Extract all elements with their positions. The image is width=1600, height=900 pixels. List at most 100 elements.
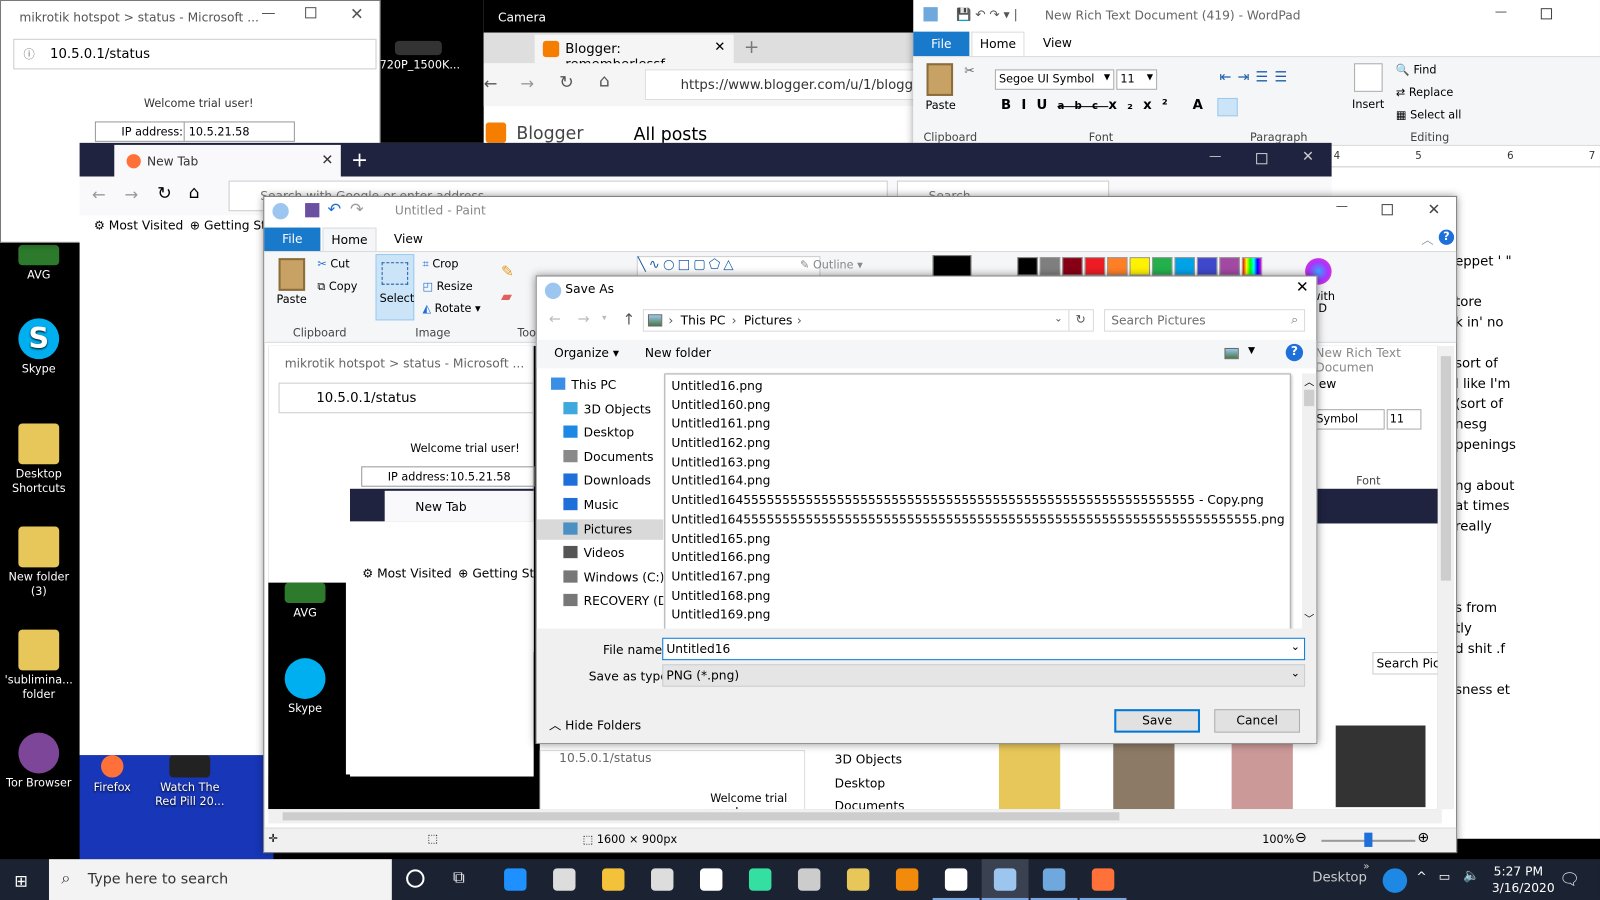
tab-file[interactable]: File: [913, 31, 970, 57]
font-size-select[interactable]: 11 ▼: [1116, 69, 1158, 90]
volume-icon[interactable]: 🔈: [1463, 868, 1480, 883]
forward-icon[interactable]: →: [520, 73, 534, 92]
nav-item[interactable]: Pictures: [536, 518, 664, 540]
file-item[interactable]: Untitled16455555555555555555555555555555…: [667, 491, 1279, 510]
desktop-icon-tor-browser[interactable]: Tor Browser: [0, 732, 78, 791]
font-name-select[interactable]: Segoe UI Symbol ▼: [994, 69, 1115, 90]
desktop-icon-new-folder[interactable]: New folder (3): [0, 526, 78, 599]
file-item[interactable]: Untitled166.png: [667, 548, 1279, 567]
save-type-select[interactable]: PNG (*.png) ⌄: [662, 664, 1306, 687]
tab-home[interactable]: Home: [322, 227, 377, 253]
chevron-down-icon[interactable]: ⌄: [1054, 313, 1063, 324]
file-list-scrollbar[interactable]: ︿ ﹀: [1302, 373, 1317, 629]
file-item[interactable]: Untitled160.png: [667, 396, 1279, 415]
close-button[interactable]: ✕: [350, 4, 364, 23]
nav-item[interactable]: Videos: [563, 543, 663, 563]
nav-item[interactable]: Music: [563, 495, 663, 515]
align-left-button[interactable]: [1217, 97, 1238, 117]
address-breadcrumb[interactable]: › This PC › Pictures › ⌄ ↻: [642, 309, 1094, 332]
file-item[interactable]: Untitled162.png: [667, 434, 1279, 453]
nav-item[interactable]: RECOVERY (D:): [563, 591, 663, 611]
cortana-icon[interactable]: [406, 869, 425, 888]
hide-folders-button[interactable]: ︿ Hide Folders: [549, 716, 641, 733]
desktop-icon-video[interactable]: 720P_1500K...: [380, 40, 460, 73]
outline-button[interactable]: ✎ Outline ▾: [800, 258, 863, 271]
refresh-icon[interactable]: ↻: [1068, 310, 1092, 331]
camera-window[interactable]: Camera Blogger: rememberlessf ✕ + ← → ↻ …: [483, 0, 923, 148]
view-options-icon[interactable]: [1224, 347, 1239, 360]
close-tab-icon[interactable]: ✕: [714, 40, 725, 55]
scrollbar-thumb[interactable]: [282, 812, 1120, 821]
nav-item[interactable]: 3D Objects: [563, 399, 663, 419]
recent-dropdown-icon[interactable]: ▾: [602, 313, 607, 323]
breadcrumb-this-pc[interactable]: This PC: [681, 313, 726, 327]
forward-icon[interactable]: →: [124, 185, 138, 204]
taskbar-app-tripadvisor[interactable]: [737, 859, 784, 900]
back-icon[interactable]: ←: [549, 311, 561, 327]
taskbar-app-edge[interactable]: [492, 859, 539, 900]
back-icon[interactable]: ←: [484, 73, 498, 92]
nav-item[interactable]: This PC: [551, 374, 663, 394]
nav-item[interactable]: Desktop: [563, 423, 663, 443]
undo-icon[interactable]: ↶: [328, 199, 342, 218]
back-icon[interactable]: ←: [92, 185, 106, 204]
reload-icon[interactable]: ↻: [559, 72, 574, 92]
file-item[interactable]: Untitled161.png: [667, 415, 1279, 434]
minimize-button[interactable]: —: [261, 5, 275, 21]
desktop-icon-shortcuts[interactable]: Desktop Shortcuts: [0, 423, 78, 495]
palette-color[interactable]: [1084, 257, 1106, 276]
new-tab-button[interactable]: +: [351, 147, 368, 171]
search-pictures-input[interactable]: Search Pictures ⌕: [1104, 309, 1306, 332]
bookmark-most-visited[interactable]: ⚙ Most Visited: [94, 218, 183, 232]
zoom-slider-thumb[interactable]: [1364, 832, 1373, 847]
zoom-out-button[interactable]: ⊖: [1295, 830, 1307, 846]
maximize-button[interactable]: [1256, 153, 1268, 165]
dialog-close-button[interactable]: ✕: [1296, 278, 1309, 296]
start-button[interactable]: ⊞: [14, 871, 28, 890]
shapes-gallery[interactable]: ╲∿○□▢⬠△: [636, 256, 821, 277]
tab-file[interactable]: File: [264, 227, 321, 252]
replace-button[interactable]: ⇄ Replace: [1396, 86, 1453, 99]
show-hidden-icons[interactable]: ^: [1416, 869, 1426, 883]
scroll-down-icon[interactable]: ﹀: [1304, 610, 1314, 625]
minimize-button[interactable]: —: [1495, 4, 1507, 18]
bookmark-getting-started[interactable]: ⊕ Getting Started: [190, 218, 263, 232]
address-bar[interactable]: ⓘ 10.5.0.1/status: [13, 38, 377, 70]
format-buttons[interactable]: BIUabcx₂x² A: [1001, 98, 1213, 113]
palette-color[interactable]: [1129, 257, 1150, 276]
taskbar-app-avg-app[interactable]: [835, 859, 882, 900]
palette-color[interactable]: [1219, 257, 1240, 276]
zoom-slider[interactable]: [1321, 832, 1416, 847]
paste-button[interactable]: Paste: [277, 293, 307, 306]
taskbar-search-input[interactable]: ⌕ Type here to search: [48, 859, 392, 900]
steam-icon[interactable]: [1382, 868, 1408, 893]
eraser-icon[interactable]: ▰: [501, 289, 512, 305]
organize-button[interactable]: Organize ▾: [554, 346, 619, 360]
reload-icon[interactable]: ↻: [157, 184, 172, 204]
palette-color[interactable]: [1196, 257, 1218, 276]
file-item[interactable]: Untitled163.png: [667, 453, 1279, 472]
insert-button[interactable]: Insert: [1352, 98, 1384, 111]
taskbar-app-paint[interactable]: [981, 859, 1029, 900]
document-text[interactable]: eppet ' " tore k in' no sort of l like I'm (s…: [1455, 252, 1600, 701]
maximize-button[interactable]: [1381, 204, 1393, 216]
file-item[interactable]: Untitled167.png: [667, 567, 1279, 586]
save-button[interactable]: Save: [1114, 709, 1200, 733]
file-item[interactable]: Untitled16455555555555555555555555555555…: [667, 510, 1284, 529]
help-icon[interactable]: ?: [1438, 229, 1455, 245]
up-icon[interactable]: ↑: [622, 310, 635, 328]
file-item[interactable]: Untitled16.png: [667, 377, 1279, 396]
minimize-button[interactable]: —: [1336, 199, 1348, 213]
paste-label[interactable]: Paste: [926, 99, 956, 112]
file-item[interactable]: Untitled168.png: [667, 586, 1279, 605]
maximize-button[interactable]: [1540, 8, 1553, 20]
tab-view[interactable]: View: [1043, 36, 1072, 50]
scroll-up-icon[interactable]: ︿: [1304, 373, 1314, 389]
new-tab-button[interactable]: +: [744, 37, 759, 58]
copy-button[interactable]: ⧉ Copy: [317, 280, 357, 294]
collapse-ribbon-icon[interactable]: ︿: [1421, 231, 1433, 248]
scrollbar-thumb[interactable]: [1304, 389, 1315, 407]
taskbar-app-camera-app[interactable]: [786, 859, 833, 900]
scrollbar-thumb[interactable]: [1440, 356, 1452, 581]
redo-icon[interactable]: ↷: [350, 199, 364, 218]
